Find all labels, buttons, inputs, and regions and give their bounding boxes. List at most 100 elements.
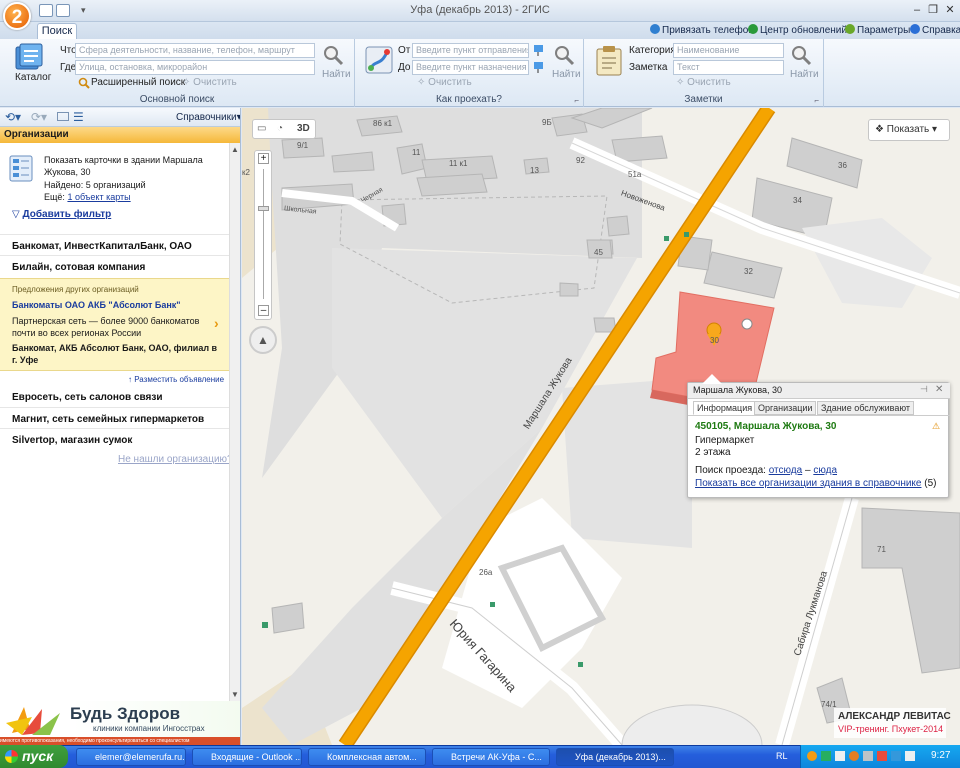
rotate-icon[interactable]: ◔: [277, 123, 283, 134]
pin-icon[interactable]: ⊣: [920, 384, 928, 395]
start-button[interactable]: пуск: [0, 745, 68, 768]
show-layers-button[interactable]: ❖ Показать ▾: [868, 119, 950, 141]
watermark-name: АЛЕКСАНДР ЛЕВИТАС: [838, 711, 951, 722]
taskbar-item-browser[interactable]: Комплексная автом...: [308, 748, 426, 766]
popup-tab-services[interactable]: Здание обслуживают: [817, 401, 915, 415]
ruler-icon[interactable]: ▭: [257, 123, 266, 134]
organizations-header: Организации: [0, 127, 240, 143]
phone-icon: [650, 24, 660, 34]
taskbar-item-mail[interactable]: elemer@elemerufa.ru...: [76, 748, 186, 766]
scroll-up-icon[interactable]: ▲: [231, 145, 239, 154]
org-item-atm-invest[interactable]: Банкомат, ИнвестКапиталБанк, ОАО: [12, 241, 192, 252]
app-logo-icon[interactable]: 2: [3, 2, 31, 30]
place-ad-link[interactable]: ↑ Разместить объявление: [128, 375, 224, 384]
from-input[interactable]: Введите пункт отправления: [412, 43, 529, 58]
link-updates[interactable]: Центр обновлений: [748, 24, 847, 36]
map-view[interactable]: 86 к1 9/1 11 11 к1 13 9Б 92 51а 36 34 32…: [242, 108, 960, 745]
org-item-silvertop[interactable]: Silvertop, магазин сумок: [12, 435, 132, 446]
where-input[interactable]: Улица, остановка, микрорайон: [75, 60, 315, 75]
print-icon[interactable]: [56, 4, 70, 17]
mode-3d-button[interactable]: 3D: [297, 123, 310, 134]
ad-line1: Партнерская сеть — более 9000 банкоматов: [12, 316, 200, 326]
note-input[interactable]: Текст: [673, 60, 784, 75]
ad-next-arrow-icon[interactable]: ›: [214, 315, 219, 331]
popup-tab-orgs[interactable]: Организации: [754, 401, 817, 415]
notes-expand-icon[interactable]: ⌐: [814, 96, 819, 105]
taskbar-item-2gis[interactable]: Уфа (декабрь 2013)...: [556, 748, 674, 766]
find-notes-button[interactable]: Найти: [790, 69, 819, 80]
directories-dropdown[interactable]: Справочники▾: [176, 112, 240, 123]
tray-bluetooth-icon[interactable]: [891, 751, 901, 761]
ad-block[interactable]: Предложения других организаций Банкоматы…: [0, 278, 229, 371]
clear-notes-button[interactable]: ✧ Очистить: [676, 77, 731, 88]
catalog-icon[interactable]: [14, 43, 44, 71]
zoom-thumb[interactable]: [258, 206, 269, 211]
category-input[interactable]: Наименование: [673, 43, 784, 58]
compass-icon[interactable]: ▲: [249, 326, 277, 354]
warning-icon[interactable]: ⚠: [932, 421, 940, 432]
restore-button[interactable]: ❐: [926, 3, 940, 17]
house-number: 13: [530, 166, 539, 175]
print-panel-icon[interactable]: [57, 112, 69, 121]
route-to-here-link[interactable]: сюда: [813, 465, 837, 476]
pin-from-icon[interactable]: [533, 44, 545, 56]
catalog-button[interactable]: Каталог: [15, 72, 51, 83]
link-params[interactable]: Параметры: [845, 24, 910, 36]
route-expand-icon[interactable]: ⌐: [574, 96, 579, 105]
house-number: 45: [594, 248, 603, 257]
popup-close-icon[interactable]: ✕: [935, 384, 943, 395]
forward-arrow-icon[interactable]: ⟳▾: [31, 110, 47, 124]
find-route-button[interactable]: Найти: [552, 69, 581, 80]
advanced-search-link[interactable]: Расширенный поиск: [91, 77, 185, 88]
zoom-slider[interactable]: + –: [254, 150, 272, 320]
ad-title-link[interactable]: Банкоматы ОАО АКБ "Абсолют Банк": [12, 300, 181, 310]
link-phone[interactable]: Привязать телефон: [650, 24, 754, 36]
tab-search[interactable]: Поиск: [37, 23, 77, 39]
clock: 9:27: [931, 750, 951, 761]
divider: [0, 234, 229, 235]
link-help[interactable]: Справка: [910, 24, 960, 36]
to-input[interactable]: Введите пункт назначения: [412, 60, 529, 75]
clear-main-button[interactable]: ✧ Очистить: [182, 77, 237, 88]
language-indicator[interactable]: RL: [776, 751, 788, 761]
add-filter-link[interactable]: ▽ Добавить фильтр: [12, 209, 111, 220]
find-main-button[interactable]: Найти: [322, 69, 351, 80]
org-item-euroset[interactable]: Евросеть, сеть салонов связи: [12, 392, 163, 403]
scrollbar[interactable]: ▲ ▼: [229, 143, 240, 701]
ad-bold1: Банкомат, АКБ Абсолют Банк, ОАО, филиал …: [12, 343, 218, 353]
tray-network-icon[interactable]: [821, 751, 831, 761]
minimize-button[interactable]: –: [910, 3, 924, 17]
show-all-orgs-link[interactable]: Показать все организации здания в справо…: [695, 478, 921, 489]
zoom-out-button[interactable]: –: [258, 305, 269, 316]
tray-volume-icon[interactable]: [863, 751, 873, 761]
tray-app-icon[interactable]: [807, 751, 817, 761]
org-item-magnit[interactable]: Магнит, сеть семейных гипермаркетов: [12, 414, 204, 425]
scroll-down-icon[interactable]: ▼: [231, 690, 239, 699]
house-number: 26а: [479, 568, 493, 577]
tray-antivirus-icon[interactable]: [877, 751, 887, 761]
ad-banner[interactable]: Будь Здоров клиники компании Ингосстрах …: [0, 701, 240, 745]
what-input[interactable]: Сфера деятельности, название, телефон, м…: [75, 43, 315, 58]
route-from-here-link[interactable]: отсюда: [769, 465, 803, 476]
qat-dropdown-icon[interactable]: ▾: [81, 5, 86, 16]
house-number: 9/1: [297, 141, 309, 150]
clear-route-button[interactable]: ✧ Очистить: [417, 77, 472, 88]
map-object-link[interactable]: 1 объект карты: [67, 192, 130, 202]
tray-speaker-icon[interactable]: [905, 751, 915, 761]
tray-update-icon[interactable]: [849, 751, 859, 761]
address-popup[interactable]: Маршала Жукова, 30 ⊣ ✕ Информация Органи…: [687, 382, 950, 498]
not-found-link[interactable]: Не нашли организацию?: [118, 454, 233, 465]
tray-security-icon[interactable]: [835, 751, 845, 761]
taskbar-item-meetings[interactable]: Встречи АК-Уфа - С...: [432, 748, 550, 766]
house-number: 71: [877, 545, 886, 554]
also-row: Ещё: 1 объект карты: [44, 192, 131, 202]
back-arrow-icon[interactable]: ⟲▾: [5, 110, 21, 124]
popup-tab-info[interactable]: Информация: [693, 401, 757, 415]
close-button[interactable]: ✕: [943, 3, 957, 17]
org-item-beeline[interactable]: Билайн, сотовая компания: [12, 262, 145, 273]
zoom-in-button[interactable]: +: [258, 153, 269, 164]
list-icon[interactable]: ☰: [73, 110, 84, 124]
quick-access-grid-icon[interactable]: [39, 4, 53, 17]
pin-to-icon[interactable]: [533, 61, 545, 73]
taskbar-item-outlook[interactable]: Входящие - Outlook ...: [192, 748, 302, 766]
